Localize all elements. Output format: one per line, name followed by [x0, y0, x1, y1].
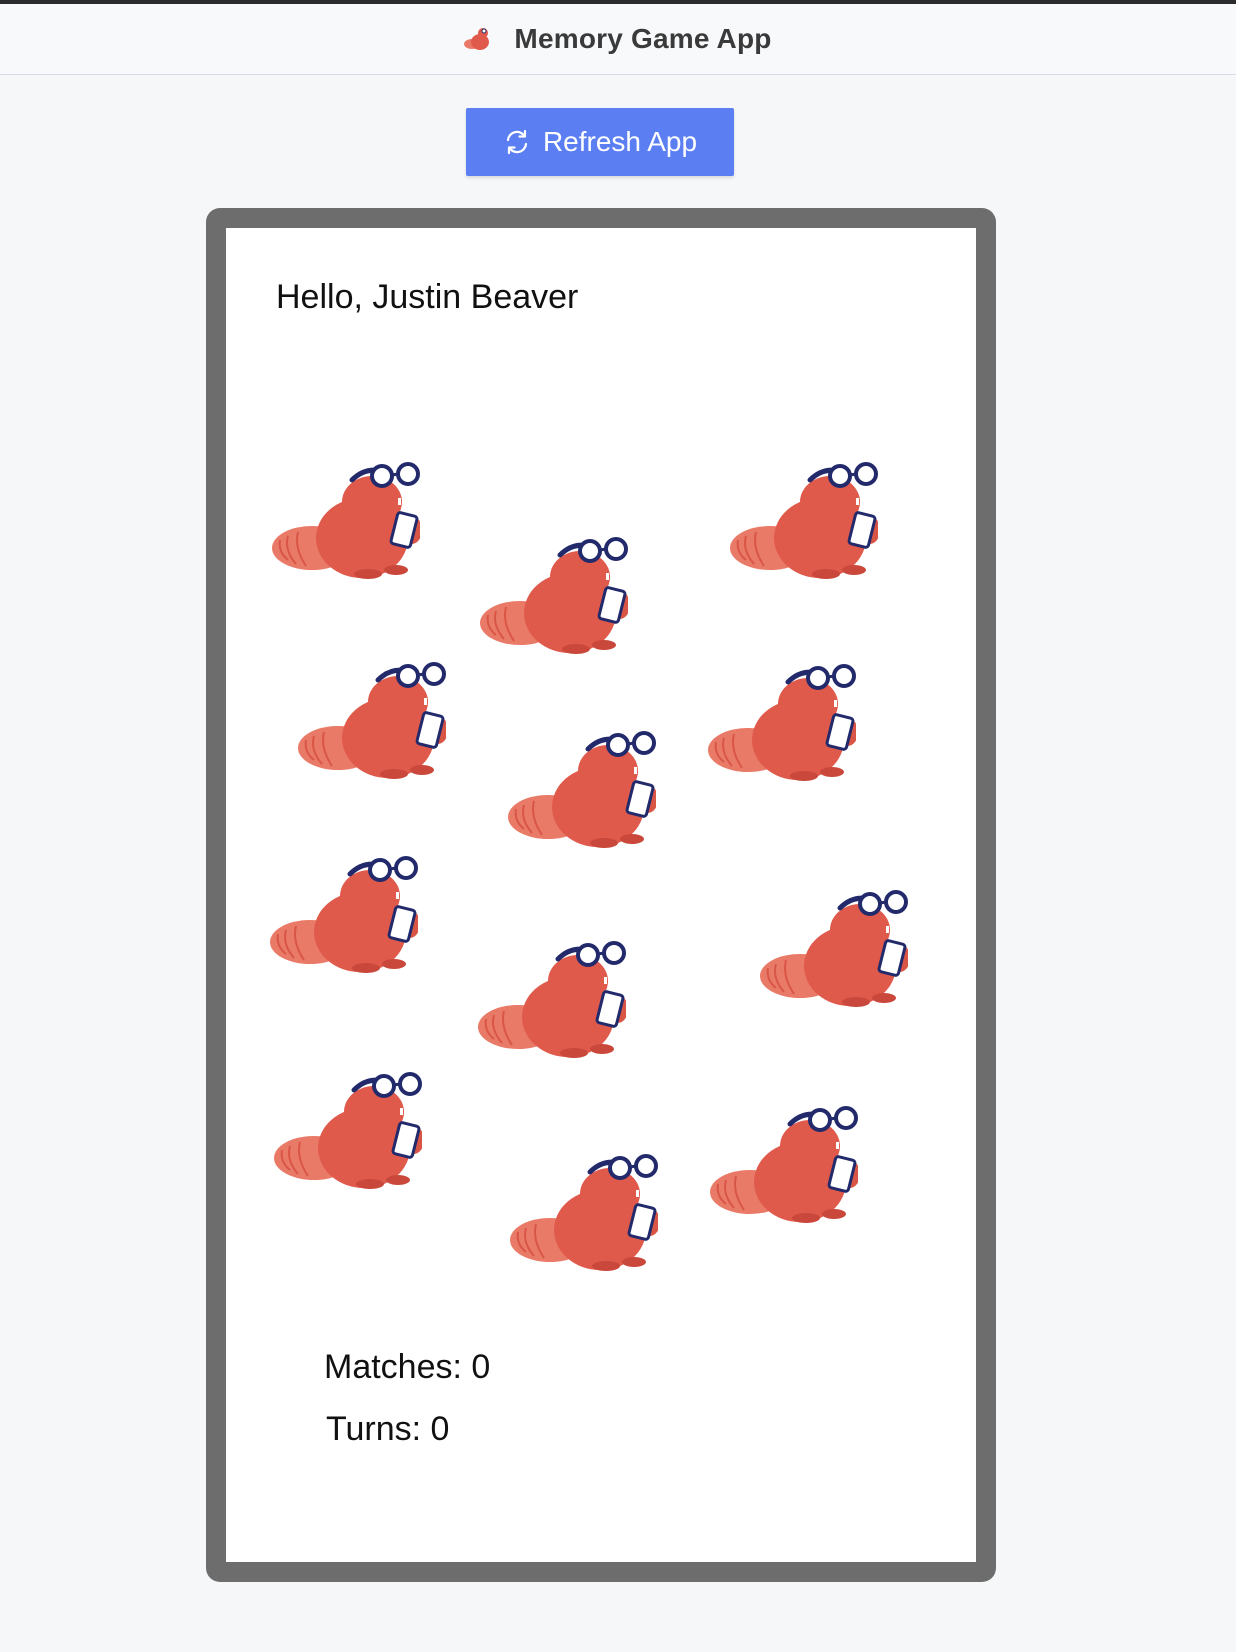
- memory-card[interactable]: [728, 456, 878, 586]
- beaver-icon: [296, 656, 446, 786]
- memory-card[interactable]: [296, 656, 446, 786]
- beaver-icon: [478, 531, 628, 661]
- memory-card[interactable]: [270, 456, 420, 586]
- header-brand: Memory Game App: [462, 23, 771, 55]
- app-header: Memory Game App: [0, 4, 1236, 75]
- memory-card[interactable]: [478, 531, 628, 661]
- beaver-icon: [706, 658, 856, 788]
- memory-card[interactable]: [508, 1148, 658, 1278]
- refresh-app-button[interactable]: Refresh App: [466, 108, 734, 176]
- beaver-icon: [268, 850, 418, 980]
- memory-card[interactable]: [506, 725, 656, 855]
- beaver-icon: [272, 1066, 422, 1196]
- memory-card[interactable]: [706, 658, 856, 788]
- beaver-logo-icon: [464, 28, 490, 50]
- device-frame: Hello, Justin Beaver Matches: 0 Turns: 0: [206, 208, 996, 1582]
- beaver-icon: [728, 456, 878, 586]
- beaver-icon: [270, 456, 420, 586]
- memory-card[interactable]: [708, 1100, 858, 1230]
- memory-card[interactable]: [272, 1066, 422, 1196]
- beaver-icon: [476, 935, 626, 1065]
- refresh-button-label: Refresh App: [542, 126, 698, 157]
- memory-card[interactable]: [268, 850, 418, 980]
- greeting-text: Hello, Justin Beaver: [276, 278, 579, 316]
- refresh-icon: [506, 129, 528, 155]
- beaver-icon: [758, 884, 908, 1014]
- turns-counter: Turns: 0: [326, 1410, 450, 1448]
- matches-counter: Matches: 0: [324, 1348, 491, 1386]
- beaver-icon: [508, 1148, 658, 1278]
- memory-card[interactable]: [476, 935, 626, 1065]
- game-screen: Hello, Justin Beaver Matches: 0 Turns: 0: [226, 228, 976, 1562]
- memory-card[interactable]: [758, 884, 908, 1014]
- app-title: Memory Game App: [514, 23, 772, 54]
- beaver-icon: [506, 725, 656, 855]
- beaver-icon: [708, 1100, 858, 1230]
